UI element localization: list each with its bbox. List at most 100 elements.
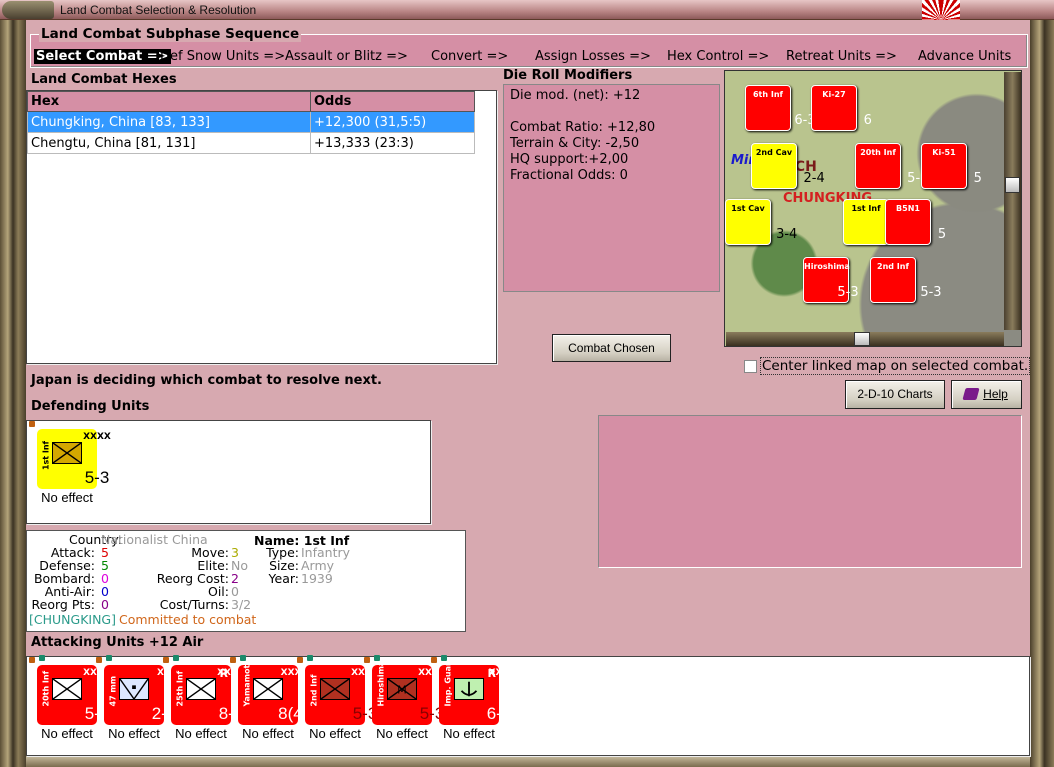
table-row[interactable]: Chungking, China [83, 133] +12,300 (31,5:… [27,111,475,133]
unit-flag: R [487,667,496,680]
map-vertical-scrollbar[interactable] [1004,72,1021,330]
modifier-line: Combat Ratio: +12,80 [510,120,656,135]
map-counter-value: 5-3 [837,285,859,300]
modifier-line: Terrain & City: -2,50 [510,136,640,151]
unit-symbol-icon [52,678,82,700]
unit-result: No effect [242,726,294,741]
odds-cell: +13,333 (23:3) [310,132,475,154]
col-odds[interactable]: Odds [310,91,475,112]
unit-size: XXXX [83,432,111,442]
map-counter[interactable]: 6th Inf 6-3 [745,85,816,131]
info-year: 1939 [301,571,333,586]
unit-name: 1st Inf [41,440,51,471]
left-frame [0,20,26,767]
unit-value: 6-3 [486,704,512,723]
unit-counter[interactable]: XXXX M Hiroshima 5-3 [372,660,446,725]
hexes-label: Land Combat Hexes [31,72,177,87]
hex-list[interactable]: Hex Odds Chungking, China [83, 133] +12,30… [26,90,497,364]
unit-name: Yamamoto [242,659,252,707]
unit-counter[interactable]: XX 47 mm 2-3 [104,665,176,725]
combat-results-panel [598,415,1022,568]
help-button[interactable]: Help [951,380,1022,409]
unit-name: 2nd Inf [309,674,319,707]
col-hex[interactable]: Hex [27,91,311,112]
center-map-checkbox[interactable] [744,360,757,373]
map-counter-name: Ki-27 [822,90,846,99]
status-marker-icon [441,655,447,661]
right-frame [1030,20,1054,767]
info-key: Year: [268,571,299,586]
map-counter-value: 2-4 [803,171,825,186]
unit-result: No effect [108,726,160,741]
supply-marker-icon [29,421,35,427]
unit-name: 20th Inf [41,670,51,707]
map-counter[interactable]: 2nd Cav 2-4 [751,143,825,189]
map-counter-value: 5 [937,227,947,242]
unit-counter[interactable]: XXXXX Yamamoto 8(4)3 [238,659,318,725]
map-counter[interactable]: B5N1 5 [885,199,946,245]
unit-result: No effect [41,490,93,505]
status-marker-icon [307,655,313,661]
map-counter-name: 2nd Inf [877,262,909,271]
scroll-thumb[interactable] [1005,177,1020,193]
center-map-label[interactable]: Center linked map on selected combat. [760,357,1031,375]
unit-result: No effect [443,726,495,741]
unit-flag: R [219,667,228,680]
map-counter[interactable]: 2nd Inf 5-3 [870,257,942,303]
table-row[interactable]: Chengtu, China [81, 131] +13,333 (23:3) [27,132,475,154]
unit-counter[interactable]: XXX Imp. Guard R 6-3 [439,656,511,725]
info-location: [CHUNGKING] [29,612,116,627]
hex-cell: Chungking, China [83, 133] [27,111,311,133]
map-counter[interactable]: 20th Inf 5-3 [855,143,928,189]
unit-info-panel: Country: Nationalist China Attack: 5 Defen… [26,530,466,632]
map-counter-value: 5-3 [920,285,942,300]
unit-size: XXX [488,668,510,678]
unit-name: Imp. Guard [443,656,453,707]
step-hex-control: Hex Control => [667,49,770,64]
map-counter[interactable]: 1st Cav 3-4 [725,199,797,245]
modifier-line: Die mod. (net): +12 [510,88,641,103]
map-counter-name: 1st Inf [851,204,881,213]
modifier-line: HQ support:+2,00 [510,152,629,167]
map-counter[interactable]: Ki-51 5 [921,143,982,189]
linked-map[interactable]: Min SZECH CHUNGKING 6th Inf6-3Ki-2762nd … [724,70,1022,347]
unit-symbol-icon [320,678,350,700]
step-assault: Assault or Blitz => [285,49,408,64]
svg-text:M: M [397,684,407,697]
unit-name: Hiroshima [376,660,386,707]
map-counter[interactable]: 1st Inf5-3 [843,199,913,245]
status-marker-icon [173,655,179,661]
map-counter-name: 2nd Cav [755,148,793,157]
unit-result: No effect [175,726,227,741]
map-counter[interactable]: Ki-27 6 [811,85,872,131]
supply-marker-icon [297,657,303,663]
unit-counter[interactable]: XXXX 20th Inf 5-3 [37,665,111,725]
step-select-combat: Select Combat => [34,49,171,64]
hex-cell: Chengtu, China [81, 131] [27,132,311,154]
map-counter[interactable]: Hiroshima 5-3 [803,257,859,303]
map-counter-name: Hiroshima [804,262,850,271]
window-menu-button[interactable] [2,1,54,19]
scroll-thumb[interactable] [854,332,870,346]
supply-marker-icon [364,657,370,663]
map-counter-name: 6th Inf [752,90,784,99]
unit-result: No effect [376,726,428,741]
map-counter-value: 3-4 [776,227,798,242]
status-marker-icon [240,655,246,661]
modifiers-label: Die Roll Modifiers [503,68,633,83]
map-horizontal-scrollbar[interactable] [726,332,1004,346]
info-key: Reorg Pts: [31,597,95,612]
unit-name: 25th Inf [175,670,185,707]
map-counter-value: 5 [973,171,982,186]
unit-symbol-icon [119,678,149,700]
unit-counter[interactable]: XXXX 1st Inf 5-3 [37,429,111,489]
unit-symbol-icon [52,442,82,464]
status-message: Japan is deciding which combat to resolv… [31,373,382,388]
charts-button[interactable]: 2-D-10 Charts [845,380,945,409]
info-reorg-pts: 0 [101,597,109,612]
unit-counter[interactable]: XXXX 25th Inf R 8-3 [171,665,245,725]
combat-chosen-button[interactable]: Combat Chosen [552,334,671,362]
unit-counter[interactable]: XXXX 2nd Inf 5-3 [305,665,379,725]
supply-marker-icon [230,657,236,663]
map-counter-name: Ki-51 [932,148,956,157]
